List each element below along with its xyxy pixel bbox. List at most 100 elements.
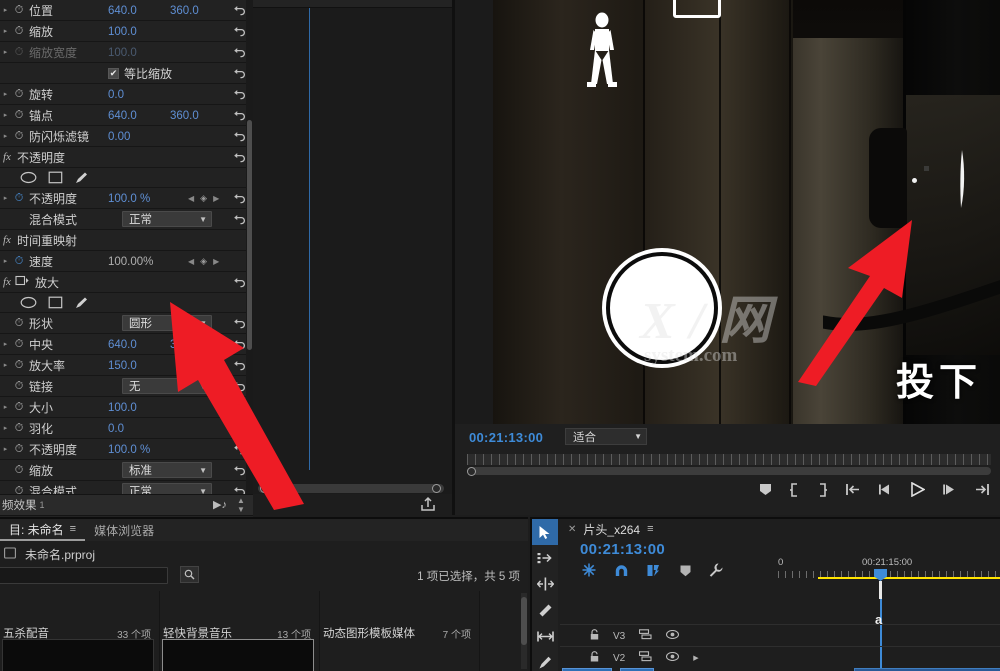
bin-thumbnail[interactable] xyxy=(2,639,154,671)
rect-mask-icon[interactable] xyxy=(48,296,63,309)
reset-icon[interactable] xyxy=(232,3,247,18)
twirl-icon[interactable]: ▸ xyxy=(0,439,11,460)
stopwatch-icon[interactable]: ⏱ xyxy=(11,0,27,21)
reset-icon[interactable] xyxy=(232,129,247,144)
program-monitor-ruler[interactable] xyxy=(467,454,991,465)
stopwatch-icon[interactable]: ⏱ xyxy=(11,418,27,439)
reset-icon[interactable] xyxy=(232,24,247,39)
reset-icon[interactable] xyxy=(232,66,247,81)
program-monitor-scrollbar[interactable] xyxy=(467,467,991,475)
property-row-shape[interactable]: ⏱ 形状 圆形 ▼ xyxy=(0,313,253,334)
bin-item[interactable]: 轻快背景音乐 13 个项 xyxy=(160,591,320,671)
go-to-out-icon[interactable] xyxy=(974,483,990,496)
stopwatch-icon[interactable]: ⏱ xyxy=(11,105,27,126)
effect-controls-zoom-scrollbar[interactable] xyxy=(258,484,444,493)
twirl-icon[interactable]: ▸ xyxy=(0,397,11,418)
current-time-indicator[interactable] xyxy=(309,0,310,470)
reset-icon[interactable] xyxy=(232,442,247,457)
stopwatch-icon[interactable]: ⏱ xyxy=(11,126,27,147)
pen-mask-icon[interactable] xyxy=(74,171,89,185)
go-to-in-icon[interactable] xyxy=(845,483,861,496)
lock-icon[interactable] xyxy=(590,651,599,665)
export-frame-icon[interactable] xyxy=(420,496,436,515)
reset-icon[interactable] xyxy=(232,150,247,165)
stopwatch-icon[interactable]: ⏱ xyxy=(11,355,27,376)
fit-zoom-dropdown[interactable]: 适合 ▼ xyxy=(565,428,647,445)
property-row-magnification[interactable]: ▸ ⏱ 放大率 150.0 xyxy=(0,355,253,376)
selection-tool-icon[interactable] xyxy=(532,519,558,545)
value-x[interactable]: 640.0 xyxy=(108,110,170,122)
effect-header-time-remap[interactable]: fx 时间重映射 xyxy=(0,230,253,251)
value-feather[interactable]: 0.0 xyxy=(108,423,170,435)
reset-icon[interactable] xyxy=(232,358,247,373)
property-row-magnify-scale[interactable]: ⏱ 缩放 标准 ▼ xyxy=(0,460,253,481)
zoom-handle-left[interactable] xyxy=(260,484,269,493)
value-y[interactable]: 360.0 xyxy=(170,339,232,351)
twirl-icon[interactable]: ▸ xyxy=(0,21,11,42)
reset-icon[interactable] xyxy=(232,275,247,290)
audio-effects-bar[interactable]: 频效果 1 ▶♪ ▲ ▼ xyxy=(0,494,253,515)
value-speed[interactable]: 100.00% xyxy=(108,256,170,268)
linked-selection-icon[interactable] xyxy=(647,564,662,582)
reset-icon[interactable] xyxy=(232,87,247,102)
twirl-icon[interactable]: ▸ xyxy=(0,251,11,272)
magnify-blend-dropdown[interactable]: 正常 ▼ xyxy=(122,483,212,494)
transform-box-icon[interactable] xyxy=(15,273,29,291)
bin-item[interactable]: 动态图形模板媒体 7 个项 xyxy=(320,591,480,671)
eye-icon[interactable] xyxy=(666,651,680,664)
effect-controls-scrollbar[interactable] xyxy=(246,0,253,494)
value-magnification[interactable]: 150.0 xyxy=(108,360,170,372)
stopwatch-icon[interactable]: ⏱ xyxy=(11,460,27,481)
prev-keyframe-icon[interactable]: ◀ xyxy=(188,257,194,266)
property-row-link[interactable]: ⏱ 链接 无 ▼ xyxy=(0,376,253,397)
search-input[interactable] xyxy=(0,567,168,584)
reset-icon[interactable] xyxy=(232,421,247,436)
audio-note-icon[interactable]: ▶♪ xyxy=(213,498,227,511)
scrollbar-thumb[interactable] xyxy=(521,597,527,645)
effect-controls-timeline[interactable] xyxy=(253,0,452,494)
value-y[interactable]: 360.0 xyxy=(170,5,232,17)
sequence-tab-label[interactable]: 片头_x264 xyxy=(583,521,640,538)
pen-tool-icon[interactable] xyxy=(532,649,558,671)
property-row-size[interactable]: ▸ ⏱ 大小 100.0 xyxy=(0,397,253,418)
property-row-anchor-point[interactable]: ▸ ⏱ 锚点 640.0 360.0 xyxy=(0,105,253,126)
value-scale[interactable]: 100.0 xyxy=(108,26,170,38)
stopwatch-icon[interactable]: ⏱ xyxy=(11,481,27,495)
sync-lock-icon[interactable] xyxy=(639,629,652,643)
effect-header-opacity[interactable]: fx 不透明度 xyxy=(0,147,253,168)
effect-header-magnify[interactable]: fx 放大 xyxy=(0,272,253,293)
value-rotation[interactable]: 0.0 xyxy=(108,89,170,101)
effect-controls-timeline-ruler[interactable] xyxy=(253,0,452,8)
stopwatch-icon[interactable]: ⏱ xyxy=(11,84,27,105)
twirl-icon[interactable]: ▸ xyxy=(0,355,11,376)
zoom-handle-right[interactable] xyxy=(432,484,441,493)
bin-item[interactable]: 五杀配音 33 个项 xyxy=(0,591,160,671)
program-monitor-video[interactable]: 投下 xyxy=(493,0,1000,424)
blend-mode-dropdown[interactable]: 正常 ▼ xyxy=(122,211,212,227)
panel-menu-icon[interactable]: ≡ xyxy=(647,523,653,535)
twirl-icon[interactable]: ▸ xyxy=(0,126,11,147)
reset-icon[interactable] xyxy=(232,379,247,394)
project-scrollbar[interactable] xyxy=(521,593,527,669)
mark-in-icon[interactable] xyxy=(789,482,800,497)
hud-action-button[interactable] xyxy=(606,252,718,364)
work-area-bar[interactable] xyxy=(818,577,1000,579)
reset-icon[interactable] xyxy=(232,191,247,206)
rect-mask-icon[interactable] xyxy=(48,171,63,184)
value-x[interactable]: 640.0 xyxy=(108,5,170,17)
property-row-opacity[interactable]: ▸ ⏱ 不透明度 100.0 % ◀ ◈ ▶ xyxy=(0,188,253,209)
keyframe-navigator[interactable]: ◀ ◈ ▶ xyxy=(188,188,219,209)
play-icon[interactable] xyxy=(910,482,925,497)
property-row-magnify-opacity[interactable]: ▸ ⏱ 不透明度 100.0 % xyxy=(0,439,253,460)
bin-thumbnail[interactable] xyxy=(162,639,314,671)
value-x[interactable]: 640.0 xyxy=(108,339,170,351)
property-row-scale[interactable]: ▸ ⏱ 缩放 100.0 xyxy=(0,21,253,42)
prev-keyframe-icon[interactable]: ◀ xyxy=(188,194,194,203)
reset-icon[interactable] xyxy=(232,400,247,415)
stopwatch-icon[interactable]: ⏱ xyxy=(11,397,27,418)
magnify-scale-dropdown[interactable]: 标准 ▼ xyxy=(122,462,212,478)
add-keyframe-icon[interactable]: ◈ xyxy=(200,256,207,267)
magnet-snap-icon[interactable] xyxy=(614,564,629,582)
reset-icon[interactable] xyxy=(232,337,247,352)
value-size[interactable]: 100.0 xyxy=(108,402,170,414)
